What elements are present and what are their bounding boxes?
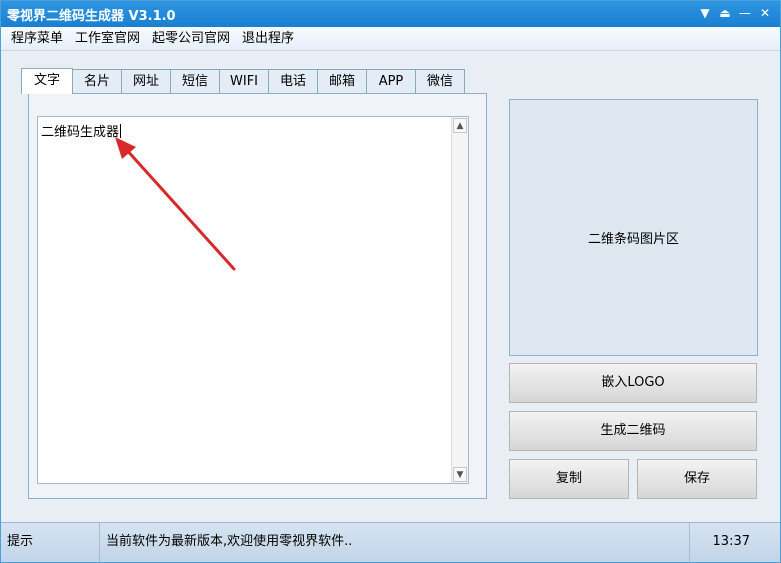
generate-qr-button[interactable]: 生成二维码	[509, 411, 757, 451]
copy-button[interactable]: 复制	[509, 459, 629, 499]
app-window: 零视界二维码生成器 V3.1.0 ▼ ⏏ — ✕ 程序菜单 工作室官网 起零公司…	[0, 0, 781, 563]
tab-text[interactable]: 文字	[21, 68, 73, 94]
qr-image-area: 二维条码图片区	[509, 99, 758, 356]
status-bar: 提示 当前软件为最新版本,欢迎使用零视界软件.. 13:37	[1, 522, 780, 562]
status-label: 提示	[1, 523, 100, 562]
save-button[interactable]: 保存	[637, 459, 757, 499]
status-message: 当前软件为最新版本,欢迎使用零视界软件..	[100, 523, 690, 562]
qr-area-label: 二维条码图片区	[587, 232, 679, 247]
status-clock: 13:37	[712, 534, 750, 549]
arrow-shaft	[123, 146, 236, 271]
embed-logo-button[interactable]: 嵌入LOGO	[509, 363, 757, 403]
